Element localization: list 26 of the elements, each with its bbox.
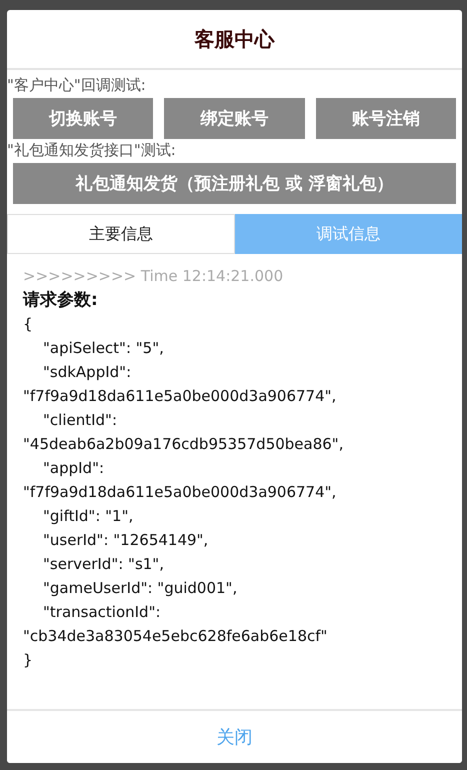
section-label: "礼包通知发货接口"测试: — [7, 140, 177, 161]
log-line: "45deab6a2b09a176cdb95357d50bea86", — [23, 434, 344, 455]
tab[interactable]: 主要信息 — [7, 214, 234, 254]
log-line: "f7f9a9d18da611e5a0be000d3a906774", — [23, 482, 338, 503]
action-button[interactable]: 切换账号 — [13, 98, 154, 139]
log-line: "apiSelect": "5", — [42, 338, 165, 359]
log-line: "transactionId": — [42, 602, 162, 623]
log-timestamp: >>>>>>>>> Time 12:14:21.000 — [23, 266, 284, 287]
log-line: "appId": — [42, 458, 106, 479]
action-button[interactable]: 绑定账号 — [164, 98, 305, 139]
log-heading: 请求参数: — [23, 289, 99, 312]
action-button[interactable]: 账号注销 — [316, 98, 456, 139]
action-button[interactable]: 礼包通知发货（预注册礼包 或 浮窗礼包） — [13, 163, 456, 204]
log-line: { — [23, 314, 34, 335]
log-line: "f7f9a9d18da611e5a0be000d3a906774", — [23, 386, 338, 407]
log-line: } — [23, 650, 34, 671]
tab[interactable]: 调试信息 — [234, 214, 462, 254]
log-line: "serverId": "s1", — [42, 554, 165, 575]
log-line: "userId": "12654149", — [42, 530, 210, 551]
dialog-title: 客服中心 — [7, 10, 462, 70]
log-line: "cb34de3a83054e5ebc628fe6ab6e18cf" — [23, 626, 328, 647]
log-line: "sdkAppId": — [42, 362, 132, 383]
section-label: "客户中心"回调测试: — [7, 75, 147, 96]
log-line: "clientId": — [42, 410, 118, 431]
log-line: "gameUserId": "guid001", — [42, 578, 238, 599]
log-line: "giftId": "1", — [42, 506, 134, 527]
